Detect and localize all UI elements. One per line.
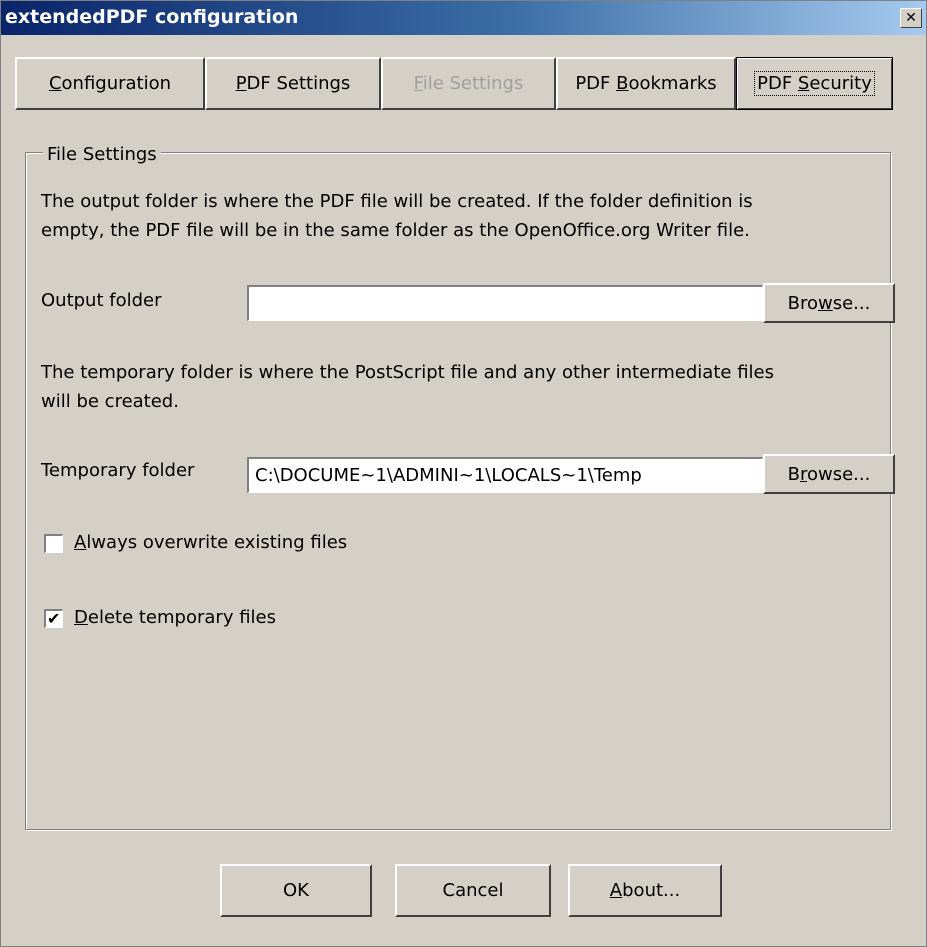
temp-description-line2: will be created. bbox=[41, 391, 179, 412]
label-text: onfiguration bbox=[61, 73, 172, 94]
label-text: B bbox=[787, 463, 800, 485]
tab-pdf-settings[interactable]: PDF Settings bbox=[205, 57, 381, 110]
label-text: ookmarks bbox=[628, 73, 717, 94]
mnemonic: P bbox=[235, 73, 247, 94]
mnemonic: A bbox=[74, 532, 87, 553]
title-bar[interactable]: extendedPDF configuration ✕ bbox=[1, 1, 926, 35]
label-text: elete temporary files bbox=[87, 607, 276, 628]
overwrite-checkbox[interactable] bbox=[44, 534, 63, 553]
about-label: About... bbox=[610, 880, 680, 901]
output-description-line2: empty, the PDF file will be in the same … bbox=[41, 220, 750, 241]
browse-temp-label: Browse... bbox=[788, 464, 871, 485]
label-text: bout... bbox=[622, 880, 681, 901]
label-text: owse... bbox=[807, 463, 871, 485]
mnemonic: D bbox=[74, 607, 88, 628]
browse-temp-button[interactable]: Browse... bbox=[763, 454, 895, 494]
tab-file-settings[interactable]: File Settings bbox=[381, 57, 556, 110]
tab-pdf-security[interactable]: PDF Security bbox=[736, 57, 893, 110]
window-title: extendedPDF configuration bbox=[5, 6, 299, 28]
delete-temp-checkbox[interactable]: ✔ bbox=[44, 609, 63, 628]
tab-file-settings-label: File Settings bbox=[414, 73, 524, 94]
label-text: ecurity bbox=[809, 73, 872, 94]
label-text: PDF bbox=[575, 73, 617, 94]
temp-description-line1: The temporary folder is where the PostSc… bbox=[41, 362, 774, 383]
output-folder-input[interactable] bbox=[247, 285, 763, 321]
close-button[interactable]: ✕ bbox=[900, 8, 922, 28]
tab-pdf-settings-label: PDF Settings bbox=[236, 73, 351, 94]
ok-button[interactable]: OK bbox=[220, 864, 372, 917]
mnemonic: A bbox=[609, 880, 623, 901]
label-text: PDF bbox=[757, 73, 798, 94]
tab-pdf-security-label: PDF Security bbox=[754, 71, 875, 96]
ok-label: OK bbox=[283, 880, 309, 901]
tab-configuration-label: Configuration bbox=[49, 73, 171, 94]
browse-output-button[interactable]: Browse... bbox=[763, 283, 895, 323]
checkmark-icon: ✔ bbox=[47, 609, 61, 628]
tab-pdf-bookmarks[interactable]: PDF Bookmarks bbox=[556, 57, 736, 110]
label-text: Bro bbox=[787, 292, 818, 314]
output-description-line1: The output folder is where the PDF file … bbox=[41, 191, 753, 212]
mnemonic: S bbox=[797, 73, 810, 94]
label-text: lways overwrite existing files bbox=[86, 532, 348, 553]
browse-output-label: Browse... bbox=[788, 293, 871, 314]
delete-temp-label[interactable]: Delete temporary files bbox=[74, 603, 276, 632]
label-text: DF Settings bbox=[246, 73, 351, 94]
cancel-label: Cancel bbox=[442, 880, 504, 901]
temp-folder-input[interactable] bbox=[247, 457, 763, 493]
mnemonic: w bbox=[818, 292, 833, 314]
mnemonic: r bbox=[799, 463, 807, 485]
label-text: se... bbox=[832, 292, 871, 314]
group-title: File Settings bbox=[43, 144, 161, 165]
close-icon: ✕ bbox=[905, 10, 917, 26]
about-button[interactable]: About... bbox=[568, 864, 722, 917]
tab-pdf-bookmarks-label: PDF Bookmarks bbox=[575, 73, 716, 94]
overwrite-label[interactable]: Always overwrite existing files bbox=[74, 528, 347, 557]
temp-folder-label: Temporary folder bbox=[41, 460, 195, 481]
output-folder-label: Output folder bbox=[41, 290, 162, 311]
label-text: ile Settings bbox=[422, 73, 524, 94]
mnemonic: B bbox=[616, 73, 629, 94]
mnemonic: C bbox=[48, 73, 62, 94]
tab-configuration[interactable]: Configuration bbox=[15, 57, 205, 110]
mnemonic: F bbox=[413, 73, 423, 94]
dialog-window: extendedPDF configuration ✕ Configuratio… bbox=[0, 0, 927, 947]
cancel-button[interactable]: Cancel bbox=[395, 864, 551, 917]
